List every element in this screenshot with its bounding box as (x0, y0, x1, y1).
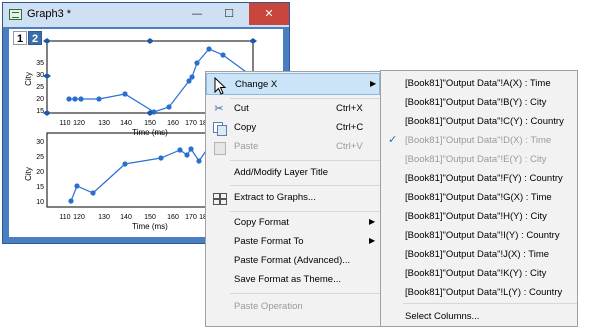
menu-item-label: Add/Modify Layer Title (234, 167, 328, 178)
change-x-submenu: [Book81]"Output Data"!A(X) : Time [Book8… (380, 70, 578, 327)
checkmark-icon: ✓ (388, 133, 398, 146)
close-button[interactable]: ✕ (249, 3, 289, 25)
submenu-item-label: Select Columns... (405, 311, 480, 322)
menu-item-label: Paste Format To (234, 236, 304, 247)
submenu-item-column-l[interactable]: [Book81]"Output Data"!L(Y) : Country (381, 283, 577, 302)
bottom-ytick: 20 (36, 169, 44, 176)
top-ytick: 35 (36, 60, 44, 67)
submenu-item-label: [Book81]"Output Data"!F(Y) : Country (405, 173, 563, 184)
bottom-xtick: 140 (120, 214, 132, 221)
top-ytick: 15 (36, 108, 44, 115)
window-title: Graph3 * (27, 8, 72, 20)
submenu-item-label: [Book81]"Output Data"!C(Y) : Country (405, 116, 564, 127)
submenu-item-column-g[interactable]: [Book81]"Output Data"!G(X) : Time (381, 188, 577, 207)
top-xtick: 130 (98, 120, 110, 127)
submenu-item-label: [Book81]"Output Data"!E(Y) : City (405, 154, 547, 165)
graph-window-icon (9, 9, 22, 20)
submenu-item-column-i[interactable]: [Book81]"Output Data"!I(Y) : Country (381, 226, 577, 245)
bottom-xtick: 120 (73, 214, 85, 221)
submenu-item-column-e[interactable]: [Book81]"Output Data"!E(Y) : City (381, 150, 577, 169)
submenu-item-column-d[interactable]: ✓ [Book81]"Output Data"!D(X) : Time (381, 131, 577, 150)
menu-item-label: Extract to Graphs... (234, 192, 316, 203)
maximize-button[interactable]: ☐ (215, 3, 243, 25)
submenu-item-column-a[interactable]: [Book81]"Output Data"!A(X) : Time (381, 74, 577, 93)
top-xtick: 170 (185, 120, 197, 127)
bottom-ytick: 15 (36, 184, 44, 191)
top-ytick: 30 (36, 72, 44, 79)
title-bar[interactable]: Graph3 * — ☐ ✕ (3, 3, 289, 27)
submenu-item-label: [Book81]"Output Data"!K(Y) : City (405, 268, 547, 279)
submenu-item-column-h[interactable]: [Book81]"Output Data"!H(Y) : City (381, 207, 577, 226)
menu-item-save-format-as-theme[interactable]: Save Format as Theme... (206, 269, 380, 291)
submenu-arrow-icon: ▶ (370, 79, 377, 88)
menu-item-label: Paste Format (Advanced)... (234, 255, 351, 266)
top-xtick: 150 (144, 120, 156, 127)
menu-separator (230, 185, 380, 186)
bottom-xtick: 110 (59, 214, 70, 221)
bottom-xtick: 130 (98, 214, 110, 221)
top-ytick: 20 (36, 96, 44, 103)
menu-item-label: Save Format as Theme... (234, 274, 342, 285)
submenu-item-label: [Book81]"Output Data"!A(X) : Time (405, 78, 551, 89)
menu-separator (230, 160, 380, 161)
submenu-arrow-icon: ▶ (369, 236, 376, 245)
top-plot-ylabel: City (24, 72, 33, 86)
menu-item-label: Cut (234, 103, 249, 114)
submenu-item-label: [Book81]"Output Data"!L(Y) : Country (405, 287, 563, 298)
menu-item-change-x[interactable]: Change X ▶ (206, 73, 380, 95)
menu-item-label: Change X (235, 79, 278, 90)
bottom-ytick: 30 (36, 139, 44, 146)
menu-item-paste-operation[interactable]: Paste Operation (206, 296, 380, 318)
mouse-cursor-icon (214, 77, 227, 95)
bottom-xtick: 160 (167, 214, 179, 221)
submenu-item-label: [Book81]"Output Data"!I(Y) : Country (405, 230, 560, 241)
submenu-separator (403, 303, 577, 304)
bottom-xtick: 170 (185, 214, 197, 221)
menu-item-paste[interactable]: Paste Ctrl+V (206, 136, 380, 158)
submenu-item-label: [Book81]"Output Data"!B(Y) : City (405, 97, 547, 108)
extract-icon (212, 191, 227, 205)
submenu-item-column-k[interactable]: [Book81]"Output Data"!K(Y) : City (381, 264, 577, 283)
scissors-icon: ✂ (214, 102, 224, 115)
bottom-ytick: 25 (36, 154, 44, 161)
submenu-arrow-icon: ▶ (369, 217, 376, 226)
context-menu: Change X ▶ ✂ Cut Ctrl+X Copy Ctrl+C Past… (205, 71, 381, 327)
bottom-plot-ylabel: City (24, 167, 33, 181)
submenu-item-label: [Book81]"Output Data"!J(X) : Time (405, 249, 550, 260)
menu-item-label: Copy Format (234, 217, 289, 228)
bottom-plot-xlabel: Time (ms) (132, 222, 168, 231)
top-xtick: 160 (167, 120, 179, 127)
bottom-ytick: 10 (36, 199, 44, 206)
submenu-item-column-j[interactable]: [Book81]"Output Data"!J(X) : Time (381, 245, 577, 264)
menu-item-add-modify-layer-title[interactable]: Add/Modify Layer Title (206, 162, 380, 184)
submenu-item-select-columns[interactable]: Select Columns... (381, 307, 577, 326)
menu-item-extract-to-graphs[interactable]: Extract to Graphs... (206, 187, 380, 209)
submenu-item-label: [Book81]"Output Data"!H(Y) : City (405, 211, 547, 222)
submenu-item-column-f[interactable]: [Book81]"Output Data"!F(Y) : Country (381, 169, 577, 188)
top-xtick: 120 (73, 120, 85, 127)
submenu-item-label: [Book81]"Output Data"!G(X) : Time (405, 192, 552, 203)
copy-icon (212, 121, 227, 136)
paste-icon (212, 140, 226, 155)
top-xtick: 140 (120, 120, 132, 127)
menu-separator (230, 293, 380, 294)
submenu-item-label: [Book81]"Output Data"!D(X) : Time (405, 135, 552, 146)
submenu-item-column-b[interactable]: [Book81]"Output Data"!B(Y) : City (381, 93, 577, 112)
menu-item-shortcut: Ctrl+V (336, 141, 363, 152)
menu-item-label: Paste Operation (234, 301, 303, 312)
minimize-button[interactable]: — (183, 3, 211, 25)
menu-item-label: Paste (234, 141, 259, 152)
menu-item-shortcut: Ctrl+C (336, 122, 364, 133)
menu-item-label: Copy (234, 122, 257, 133)
top-xtick: 110 (59, 120, 70, 127)
submenu-item-column-c[interactable]: [Book81]"Output Data"!C(Y) : Country (381, 112, 577, 131)
top-ytick: 25 (36, 84, 44, 91)
bottom-xtick: 150 (144, 214, 156, 221)
menu-item-shortcut: Ctrl+X (336, 103, 363, 114)
